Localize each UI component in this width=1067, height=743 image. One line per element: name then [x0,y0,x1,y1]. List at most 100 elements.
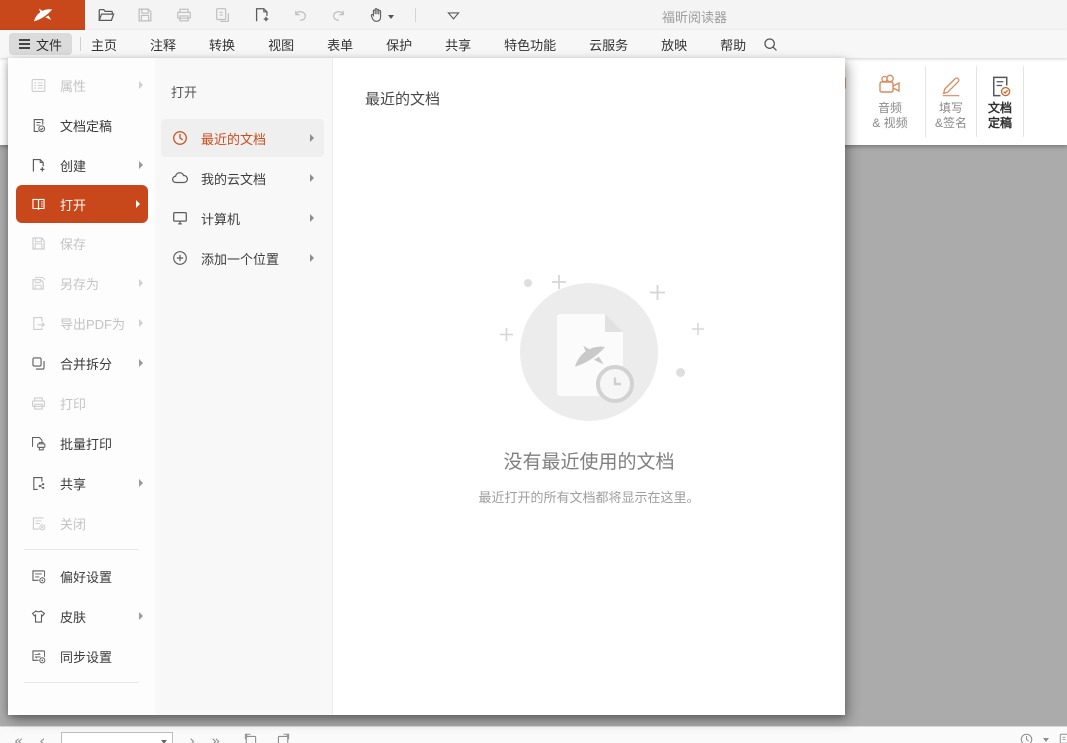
location-label: 添加一个位置 [201,249,298,268]
ribbon-separator [1023,66,1024,137]
sparkle-dot [676,368,685,377]
menu-bar: 文件 主页 注释 转换 视图 表单 保护 共享 特色功能 云服务 放映 帮助 [0,30,1067,58]
window-title: 福昕阅读器 [662,7,727,26]
menu-divider [24,549,139,550]
view-mode-icon[interactable] [1058,732,1067,743]
submenu-arrow-icon [310,214,314,222]
tab-convert[interactable]: 转换 [209,35,235,54]
app-logo[interactable] [0,0,85,30]
file-menu-item-print[interactable]: 打印 [8,383,155,423]
file-menu-item-properties[interactable]: 属性 [8,65,155,105]
print-icon[interactable] [175,6,193,24]
file-menu-item-sync-settings[interactable]: 同步设置 [8,636,155,676]
tab-form[interactable]: 表单 [327,35,353,54]
submenu-arrow-icon [139,479,143,487]
merge-split-icon [30,355,47,372]
tab-features[interactable]: 特色功能 [504,35,556,54]
open-location-recent-docs[interactable]: 最近的文档 [161,119,324,157]
tab-help[interactable]: 帮助 [720,35,746,54]
tab-home[interactable]: 主页 [91,35,117,54]
tab-slideshow[interactable]: 放映 [661,35,687,54]
file-menu-item-doc-finalize[interactable]: 文档定稿 [8,105,155,145]
previous-page-icon[interactable]: ‹ [39,734,45,743]
submenu-arrow-icon [136,200,140,208]
tab-share[interactable]: 共享 [445,35,471,54]
last-page-icon[interactable]: » [211,734,220,743]
tab-view[interactable]: 视图 [268,35,294,54]
file-menu-item-open[interactable]: 打开 [16,185,148,223]
menu-item-label: 同步设置 [60,647,143,666]
ribbon-group-label-line: 定稿 [988,116,1012,131]
open-folder-icon[interactable] [97,6,115,24]
location-label: 我的云文档 [201,169,298,188]
statusbar-right-controls [1019,732,1067,743]
reading-time-icon[interactable] [1019,732,1034,743]
ribbon-group-fill-sign[interactable]: 填写 &签名 [926,58,976,145]
tab-protect[interactable]: 保护 [386,35,412,54]
computer-icon [171,209,189,227]
empty-state-illustration [520,283,658,421]
copy-page-icon[interactable] [214,6,232,24]
menu-divider [24,682,139,683]
file-menu-button[interactable]: 文件 [9,33,72,55]
dropdown-caret-icon [1043,738,1049,742]
file-menu-item-merge-split[interactable]: 合并拆分 [8,343,155,383]
preferences-icon [30,568,47,585]
menu-item-label: 关闭 [60,514,143,533]
menu-item-label: 共享 [60,474,126,493]
page-navigation-controls: « ‹ › » [14,732,292,743]
search-icon[interactable] [762,36,779,53]
file-menu-item-skin[interactable]: 皮肤 [8,596,155,636]
file-menu-item-save-as[interactable]: 另存为 [8,263,155,303]
ribbon-group-label-line: 文档 [988,101,1012,116]
file-menu-item-preferences[interactable]: 偏好设置 [8,556,155,596]
clock-icon [171,129,189,147]
undo-icon[interactable] [292,7,309,24]
ribbon-group-audio-video[interactable]: 音频 & 视频 [855,58,925,145]
redo-icon[interactable] [330,7,347,24]
hand-tool-button[interactable] [368,6,394,24]
pencil-icon [939,74,963,98]
menu-item-label: 合并拆分 [60,354,126,373]
ribbon-group-label-line: &签名 [935,116,967,131]
file-menu-item-share[interactable]: 共享 [8,463,155,503]
tab-comment[interactable]: 注释 [150,35,176,54]
open-location-cloud-docs[interactable]: 我的云文档 [161,159,324,197]
file-menu-item-export-pdf[interactable]: 导出PDF为 [8,303,155,343]
export-pdf-icon [30,315,47,332]
first-page-icon[interactable]: « [14,734,23,743]
foxit-bird-icon [32,4,54,26]
menu-tabs: 主页 注释 转换 视图 表单 保护 共享 特色功能 云服务 放映 帮助 [91,35,746,54]
ribbon-group-doc-finalize[interactable]: 文档 定稿 [977,58,1023,145]
open-location-computer[interactable]: 计算机 [161,199,324,237]
create-doc-icon [30,157,47,174]
menu-item-label: 文档定稿 [60,116,143,135]
ribbon-group-label-line: 填写 [939,101,963,116]
batch-print-icon [30,435,47,452]
menu-item-label: 偏好设置 [60,567,143,586]
file-menu-item-save[interactable]: 保存 [8,223,155,263]
next-page-icon[interactable]: › [189,734,195,743]
hamburger-icon [19,39,30,48]
file-button-label: 文件 [36,35,62,54]
save-icon[interactable] [136,6,154,24]
new-document-icon[interactable] [253,6,271,24]
dropdown-caret-icon [388,15,394,19]
submenu-arrow-icon [310,174,314,182]
submenu-arrow-icon [139,612,143,620]
skin-icon [30,608,47,625]
file-menu-item-create[interactable]: 创建 [8,145,155,185]
next-view-icon[interactable] [275,733,292,743]
close-doc-icon [30,515,47,532]
file-menu-item-batch-print[interactable]: 批量打印 [8,423,155,463]
file-menu-item-close[interactable]: 关闭 [8,503,155,543]
toolbar-separator [415,8,416,22]
previous-view-icon[interactable] [242,733,259,743]
clock-badge-icon [596,365,634,403]
open-location-add-place[interactable]: 添加一个位置 [161,239,324,277]
cloud-icon [171,169,189,187]
customize-toolbar-icon[interactable] [445,7,462,24]
location-label: 计算机 [201,209,298,228]
tab-cloud[interactable]: 云服务 [589,35,628,54]
page-number-combobox[interactable] [61,732,173,743]
